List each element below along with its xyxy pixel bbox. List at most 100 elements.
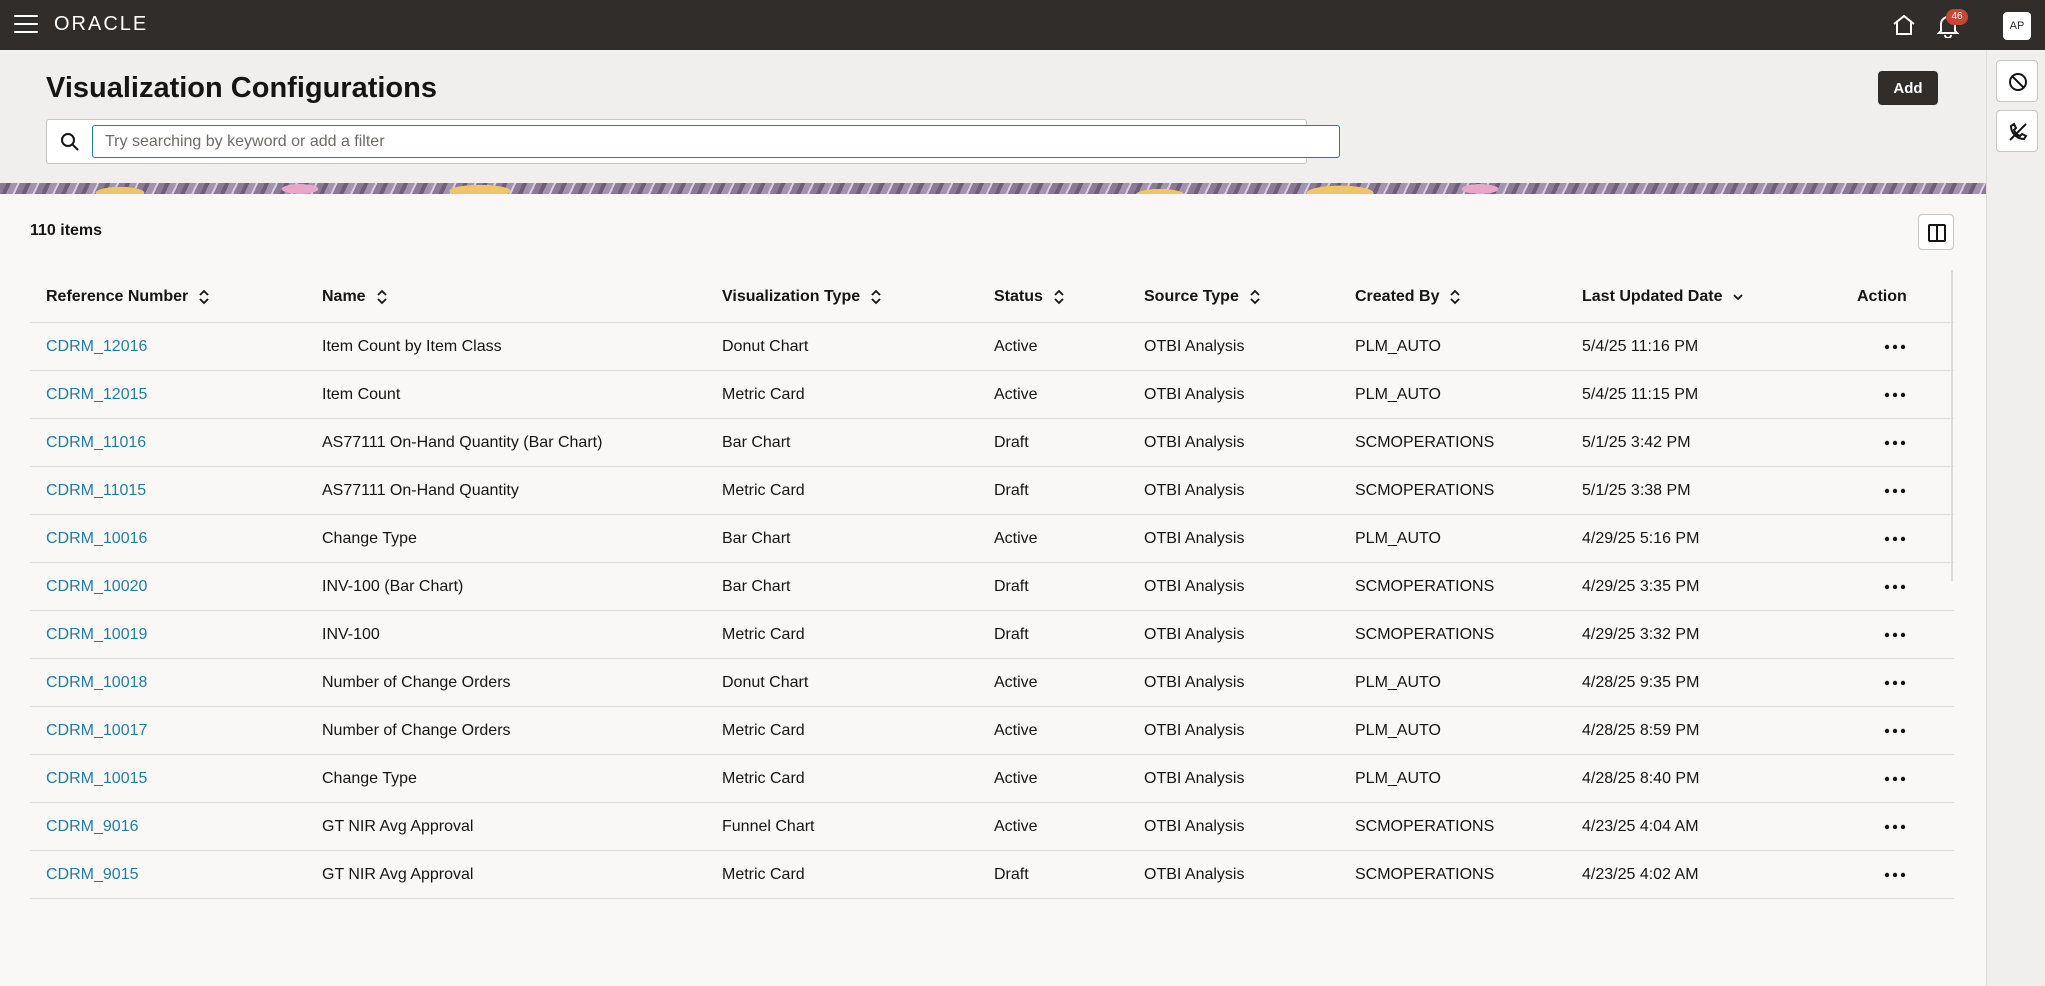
home-icon[interactable]: [1891, 13, 1917, 37]
more-actions-button[interactable]: [1881, 865, 1909, 885]
more-horizontal-icon: [1884, 488, 1906, 494]
phone-off-button[interactable]: [1996, 110, 2038, 152]
table-row[interactable]: CDRM_10019 INV-100 Metric Card Draft OTBI An…: [30, 611, 1954, 659]
table-row[interactable]: CDRM_10020 INV-100 (Bar Chart) Bar Chart Dr…: [30, 563, 1954, 611]
name-cell: GT NIR Avg Approval: [322, 866, 474, 883]
sort-icon[interactable]: [198, 289, 210, 305]
more-actions-button[interactable]: [1881, 577, 1909, 597]
last-updated-cell: 5/4/25 11:16 PM: [1582, 338, 1699, 355]
more-actions-button[interactable]: [1881, 385, 1909, 405]
phone-off-icon: [2009, 122, 2028, 141]
add-button[interactable]: Add: [1878, 71, 1938, 105]
sort-descending-icon[interactable]: [1732, 292, 1744, 302]
status-cell: Active: [994, 722, 1038, 739]
top-navigation-bar: ORACLE 46 AP: [0, 0, 2045, 50]
table-row[interactable]: CDRM_11016 AS77111 On-Hand Quantity (Bar …: [30, 419, 1954, 467]
source-type-cell: OTBI Analysis: [1144, 386, 1245, 403]
status-cell: Draft: [994, 578, 1029, 595]
visualization-type-cell: Funnel Chart: [722, 818, 815, 835]
column-header-name[interactable]: Name: [322, 270, 388, 323]
visualization-type-cell: Bar Chart: [722, 578, 791, 595]
sort-icon[interactable]: [1249, 289, 1261, 305]
sort-icon[interactable]: [376, 289, 388, 305]
sort-icon[interactable]: [1053, 289, 1065, 305]
table-row[interactable]: CDRM_9015 GT NIR Avg Approval Metric Card D…: [30, 851, 1954, 899]
sort-icon[interactable]: [1449, 289, 1461, 305]
reference-number-link[interactable]: CDRM_10015: [46, 755, 147, 803]
more-actions-button[interactable]: [1881, 721, 1909, 741]
column-header-action: Action: [1857, 270, 1907, 323]
column-header-label: Reference Number: [46, 288, 189, 305]
table-row[interactable]: CDRM_10015 Change Type Metric Card Active OT…: [30, 755, 1954, 803]
column-header-last-updated-date[interactable]: Last Updated Date: [1582, 270, 1744, 323]
source-type-cell: OTBI Analysis: [1144, 338, 1245, 355]
reference-number-link[interactable]: CDRM_11015: [46, 467, 146, 515]
table-row[interactable]: CDRM_12016 Item Count by Item Class Donut …: [30, 323, 1954, 371]
reference-number-link[interactable]: CDRM_9015: [46, 851, 138, 899]
created-by-cell: SCMOPERATIONS: [1355, 434, 1495, 451]
column-header-source-type[interactable]: Source Type: [1144, 270, 1261, 323]
block-button[interactable]: [1996, 60, 2038, 102]
more-actions-button[interactable]: [1881, 481, 1909, 501]
table-row[interactable]: CDRM_9016 GT NIR Avg Approval Funnel Chart…: [30, 803, 1954, 851]
reference-number-link[interactable]: CDRM_12016: [46, 323, 147, 371]
column-header-reference-number[interactable]: Reference Number: [46, 270, 210, 323]
reference-number-link[interactable]: CDRM_10017: [46, 707, 147, 755]
source-type-cell: OTBI Analysis: [1144, 674, 1245, 691]
oracle-logo[interactable]: ORACLE: [54, 13, 148, 36]
name-cell: Number of Change Orders: [322, 722, 511, 739]
name-cell: AS77111 On-Hand Quantity (Bar Chart): [322, 434, 603, 451]
column-header-label: Last Updated Date: [1582, 288, 1723, 305]
notification-count-badge: 46: [1946, 9, 1968, 25]
created-by-cell: SCMOPERATIONS: [1355, 578, 1495, 595]
more-horizontal-icon: [1884, 680, 1906, 686]
search-icon[interactable]: [60, 132, 80, 152]
column-header-status[interactable]: Status: [994, 270, 1065, 323]
more-horizontal-icon: [1884, 392, 1906, 398]
reference-number-link[interactable]: CDRM_10020: [46, 563, 147, 611]
visualization-type-cell: Bar Chart: [722, 530, 791, 547]
reference-number-link[interactable]: CDRM_10016: [46, 515, 147, 563]
name-cell: AS77111 On-Hand Quantity: [322, 482, 519, 499]
more-actions-button[interactable]: [1881, 433, 1909, 453]
visualization-type-cell: Donut Chart: [722, 338, 809, 355]
column-header-visualization-type[interactable]: Visualization Type: [722, 270, 882, 323]
more-actions-button[interactable]: [1881, 769, 1909, 789]
sort-icon[interactable]: [870, 289, 882, 305]
column-header-label: Name: [322, 288, 366, 305]
visualization-type-cell: Metric Card: [722, 866, 805, 883]
table-row[interactable]: CDRM_12015 Item Count Metric Card Active OTB…: [30, 371, 1954, 419]
source-type-cell: OTBI Analysis: [1144, 818, 1245, 835]
column-header-label: Action: [1857, 288, 1907, 305]
more-actions-button[interactable]: [1881, 817, 1909, 837]
column-header-created-by[interactable]: Created By: [1355, 270, 1461, 323]
table-row[interactable]: CDRM_10016 Change Type Bar Chart Active OTBI…: [30, 515, 1954, 563]
columns-panel-button[interactable]: [1918, 214, 1954, 250]
user-avatar[interactable]: AP: [2003, 12, 2031, 40]
hamburger-menu-icon[interactable]: [14, 15, 38, 35]
more-actions-button[interactable]: [1881, 529, 1909, 549]
search-input[interactable]: [92, 125, 1340, 158]
created-by-cell: SCMOPERATIONS: [1355, 482, 1495, 499]
more-actions-button[interactable]: [1881, 625, 1909, 645]
name-cell: Item Count by Item Class: [322, 338, 502, 355]
source-type-cell: OTBI Analysis: [1144, 482, 1245, 499]
last-updated-cell: 4/28/25 8:59 PM: [1582, 722, 1700, 739]
status-cell: Active: [994, 770, 1038, 787]
last-updated-cell: 4/23/25 4:04 AM: [1582, 818, 1699, 835]
column-header-label: Source Type: [1144, 288, 1239, 305]
reference-number-link[interactable]: CDRM_12015: [46, 371, 147, 419]
name-cell: Item Count: [322, 386, 401, 403]
status-cell: Active: [994, 338, 1038, 355]
table-body: CDRM_12016 Item Count by Item Class Donut …: [30, 323, 1954, 899]
more-actions-button[interactable]: [1881, 337, 1909, 357]
visualization-type-cell: Donut Chart: [722, 674, 809, 691]
table-row[interactable]: CDRM_10017 Number of Change Orders Metric …: [30, 707, 1954, 755]
table-row[interactable]: CDRM_10018 Number of Change Orders Donut C…: [30, 659, 1954, 707]
reference-number-link[interactable]: CDRM_11016: [46, 419, 146, 467]
reference-number-link[interactable]: CDRM_10018: [46, 659, 147, 707]
reference-number-link[interactable]: CDRM_10019: [46, 611, 147, 659]
more-actions-button[interactable]: [1881, 673, 1909, 693]
table-row[interactable]: CDRM_11015 AS77111 On-Hand Quantity Metric…: [30, 467, 1954, 515]
reference-number-link[interactable]: CDRM_9016: [46, 803, 138, 851]
